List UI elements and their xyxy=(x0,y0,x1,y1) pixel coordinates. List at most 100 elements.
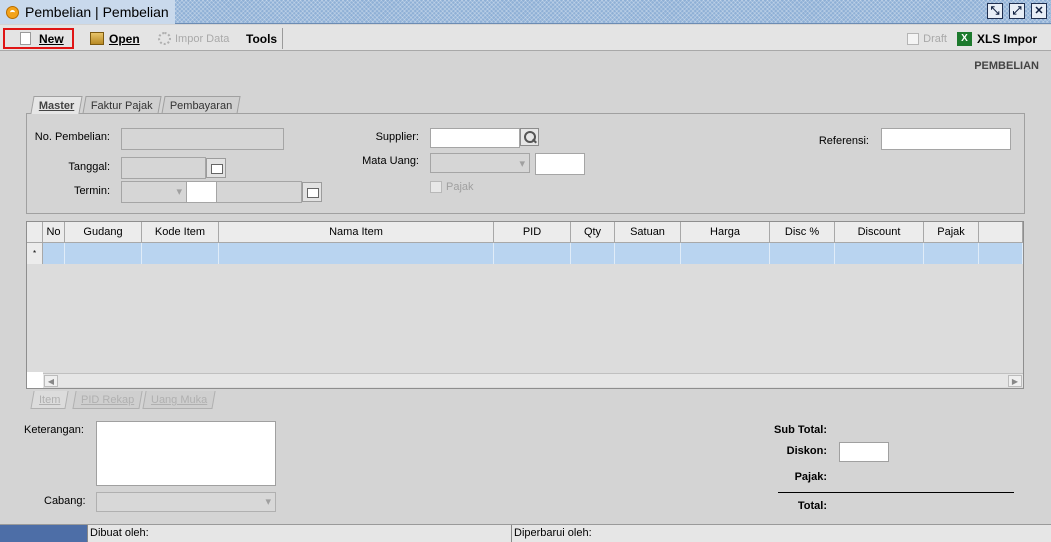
column-header-pajak[interactable]: Pajak xyxy=(924,222,979,243)
termin-label: Termin: xyxy=(73,185,110,197)
title-bar: Pembelian | Pembelian ⤡ ⤢ ✕ xyxy=(0,0,1051,24)
column-header-extra xyxy=(979,222,1023,243)
status-accent xyxy=(0,525,88,542)
tools-button[interactable]: Tools xyxy=(246,28,277,49)
new-row-indicator: * xyxy=(27,243,43,264)
column-header-harga[interactable]: Harga xyxy=(681,222,770,243)
cell-no[interactable] xyxy=(43,243,65,264)
supplier-search-icon[interactable] xyxy=(520,128,539,146)
termin-calendar-icon[interactable] xyxy=(302,182,322,202)
tab-pid-rekap-label: PID Rekap xyxy=(81,393,135,406)
kurs-field[interactable] xyxy=(535,153,585,175)
keterangan-label: Keterangan: xyxy=(24,424,84,436)
toolbar: New Open Impor Data Tools Draft X XLS Im… xyxy=(0,25,1051,51)
column-header-satuan[interactable]: Satuan xyxy=(615,222,681,243)
tools-label: Tools xyxy=(246,31,278,46)
open-button[interactable]: Open xyxy=(90,28,140,49)
status-bar: Dibuat oleh: Diperbarui oleh: xyxy=(0,524,1051,542)
diskon-label: Diskon: xyxy=(786,445,827,457)
tab-pid-rekap[interactable]: PID Rekap xyxy=(72,391,143,409)
column-header-pid[interactable]: PID xyxy=(494,222,571,243)
tab-master-label: Master xyxy=(38,99,75,112)
column-header-disc-percent[interactable]: Disc % xyxy=(770,222,835,243)
tab-item[interactable]: Item xyxy=(30,391,69,409)
new-button-label: New xyxy=(39,31,64,46)
no-pembelian-field[interactable] xyxy=(121,128,284,150)
scroll-left-icon[interactable]: ◀ xyxy=(44,375,58,387)
dibuat-oleh: Dibuat oleh: xyxy=(88,525,512,542)
master-panel: No. Pembelian: Tanggal: Termin: Supplier… xyxy=(26,113,1025,214)
referensi-label: Referensi: xyxy=(818,135,869,147)
mata-uang-combo[interactable] xyxy=(430,153,530,173)
toolbar-separator xyxy=(282,28,283,49)
scroll-right-icon[interactable]: ▶ xyxy=(1008,375,1022,387)
cell-gudang[interactable] xyxy=(65,243,142,264)
column-header-discount[interactable]: Discount xyxy=(835,222,924,243)
cell-extra[interactable] xyxy=(979,243,1023,264)
diperbarui-oleh: Diperbarui oleh: xyxy=(514,527,592,539)
cabang-label: Cabang: xyxy=(44,495,86,507)
cabang-combo[interactable] xyxy=(96,492,276,512)
pajak-total-label: Pajak: xyxy=(794,471,827,483)
horizontal-scrollbar[interactable]: ◀ ▶ xyxy=(43,373,1023,387)
tab-uang-muka-label: Uang Muka xyxy=(151,393,208,406)
keterangan-textarea[interactable] xyxy=(96,421,276,486)
draft-label: Draft xyxy=(923,32,947,45)
tab-faktur-pajak-label: Faktur Pajak xyxy=(90,99,153,112)
cell-disc-percent[interactable] xyxy=(770,243,835,264)
xls-impor-button[interactable]: X XLS Impor xyxy=(956,28,1037,49)
pajak-checkbox[interactable]: Pajak xyxy=(430,181,474,193)
close-icon[interactable]: ✕ xyxy=(1031,3,1047,19)
new-button[interactable]: New xyxy=(3,28,74,49)
cell-discount[interactable] xyxy=(835,243,924,264)
table-row[interactable]: * xyxy=(27,243,1023,264)
total-label: Total: xyxy=(797,500,827,512)
cell-pajak[interactable] xyxy=(924,243,979,264)
open-button-label: Open xyxy=(109,31,140,46)
cell-kode-item[interactable] xyxy=(142,243,219,264)
item-grid[interactable]: No Gudang Kode Item Nama Item PID Qty Sa… xyxy=(26,221,1024,389)
impor-data-label: Impor Data xyxy=(175,32,230,45)
tab-pembayaran[interactable]: Pembayaran xyxy=(161,96,241,114)
tanggal-field[interactable] xyxy=(121,157,206,179)
column-header-nama-item[interactable]: Nama Item xyxy=(219,222,494,243)
cell-harga[interactable] xyxy=(681,243,770,264)
supplier-field[interactable] xyxy=(430,128,520,148)
termin-days-field[interactable] xyxy=(186,181,217,203)
page-label: PEMBELIAN xyxy=(974,60,1039,72)
cell-pid[interactable] xyxy=(494,243,571,264)
gear-icon xyxy=(158,32,171,45)
xls-impor-label: XLS Impor xyxy=(976,31,1037,46)
tanggal-calendar-icon[interactable] xyxy=(206,158,226,178)
column-header-gudang[interactable]: Gudang xyxy=(65,222,142,243)
column-header-kode-item[interactable]: Kode Item xyxy=(142,222,219,243)
tab-faktur-pajak[interactable]: Faktur Pajak xyxy=(82,96,162,114)
grid-header: No Gudang Kode Item Nama Item PID Qty Sa… xyxy=(27,222,1023,243)
column-header-no[interactable]: No xyxy=(43,222,65,243)
cell-nama-item[interactable] xyxy=(219,243,494,264)
column-header-qty[interactable]: Qty xyxy=(571,222,615,243)
folder-icon xyxy=(90,32,104,45)
termin-combo[interactable] xyxy=(121,181,187,203)
tanggal-label: Tanggal: xyxy=(68,161,110,173)
total-divider xyxy=(778,492,1014,493)
termin-date-field[interactable] xyxy=(216,181,302,203)
impor-data-button[interactable]: Impor Data xyxy=(158,28,229,49)
restore-down-icon[interactable]: ⤡ xyxy=(987,3,1003,19)
excel-icon: X xyxy=(956,31,972,46)
referensi-field[interactable] xyxy=(881,128,1011,150)
maximize-icon[interactable]: ⤢ xyxy=(1009,3,1025,19)
draft-checkbox[interactable]: Draft xyxy=(907,28,947,49)
cell-satuan[interactable] xyxy=(615,243,681,264)
no-pembelian-label: No. Pembelian: xyxy=(34,131,110,143)
pajak-checkbox-label: Pajak xyxy=(446,181,474,193)
new-document-icon xyxy=(20,32,31,45)
mata-uang-label: Mata Uang: xyxy=(362,155,419,167)
diskon-field[interactable] xyxy=(839,442,889,462)
tab-master[interactable]: Master xyxy=(30,96,84,114)
supplier-label: Supplier: xyxy=(375,131,419,143)
tab-uang-muka[interactable]: Uang Muka xyxy=(142,391,216,409)
window-controls: ⤡ ⤢ ✕ xyxy=(987,3,1047,19)
tab-item-label: Item xyxy=(39,393,61,406)
cell-qty[interactable] xyxy=(571,243,615,264)
